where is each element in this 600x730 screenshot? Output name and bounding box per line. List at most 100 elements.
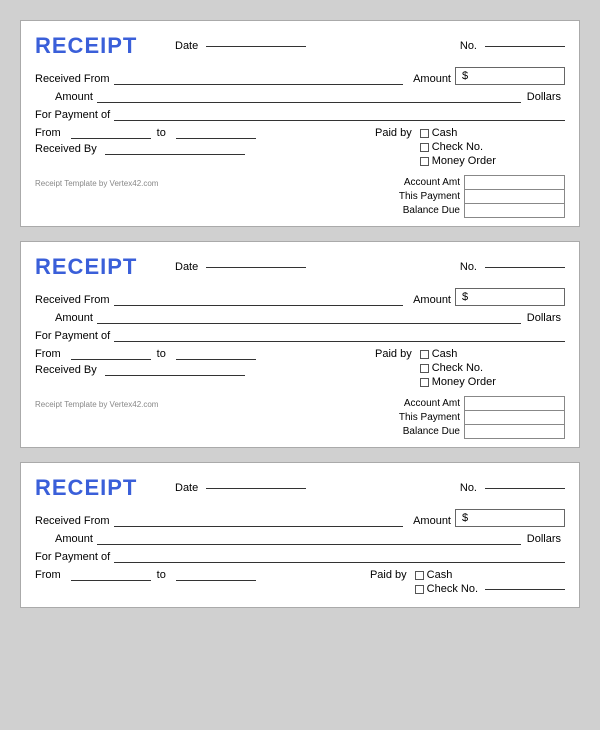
check-checkbox-2[interactable] [420, 364, 429, 373]
receipt-header-1: RECEIPT Date No. [35, 33, 565, 59]
bottom-section-2: Receipt Template by Vertex42.com Account… [35, 396, 565, 439]
cash-label-2: Cash [432, 348, 458, 360]
receipt-card-2: RECEIPT Date No. Received From Amount $ … [20, 241, 580, 448]
checkbox-group-3: Cash Check No. [415, 569, 565, 595]
for-payment-row-2: For Payment of [35, 330, 565, 342]
receipt-header-2: RECEIPT Date No. [35, 254, 565, 280]
from-to-row-1: From to [35, 127, 365, 139]
mid-section-2: From to Received By Paid by Cash [35, 348, 565, 388]
account-amt-label-cell-2: Account Amt [365, 397, 465, 411]
amount-label-3: Amount [413, 515, 451, 527]
checkbox-group-2: Cash Check No. Money Order [420, 348, 496, 388]
this-payment-value-2[interactable] [465, 411, 565, 425]
no-label-3: No. [460, 482, 477, 494]
mid-section-3: From to Paid by Cash Check No. [35, 569, 565, 595]
for-payment-field-1[interactable] [114, 109, 565, 121]
from-to-row-2: From to [35, 348, 365, 360]
dollars-field-3[interactable] [97, 533, 521, 545]
cash-checkbox-3[interactable] [415, 571, 424, 580]
dollars-label-3: Dollars [527, 533, 561, 545]
from-field-2[interactable] [71, 359, 151, 360]
check-no-field-3[interactable] [485, 589, 565, 590]
to-field-1[interactable] [176, 138, 256, 139]
balance-due-label-cell-2: Balance Due [365, 425, 465, 439]
cash-item-1: Cash [420, 127, 496, 139]
account-amt-label-cell-1: Account Amt [365, 176, 465, 190]
for-payment-row-1: For Payment of [35, 109, 565, 121]
for-payment-field-3[interactable] [114, 551, 565, 563]
received-from-label-2: Received From [35, 294, 110, 306]
no-label-1: No. [460, 40, 477, 52]
received-from-row-1: Received From Amount $ [35, 67, 565, 85]
amount-box-1[interactable]: $ [455, 67, 565, 85]
account-amt-value-2[interactable] [465, 397, 565, 411]
amount-sub-label-2: Amount [55, 312, 93, 324]
received-from-field-3[interactable] [114, 515, 404, 527]
cash-checkbox-2[interactable] [420, 350, 429, 359]
received-from-field-1[interactable] [114, 73, 404, 85]
balance-due-value-1[interactable] [465, 204, 565, 218]
received-from-field-2[interactable] [114, 294, 404, 306]
receipt-card-1: RECEIPT Date No. Received From Amount $ … [20, 20, 580, 227]
this-payment-label-cell-1: This Payment [365, 190, 465, 204]
paid-by-label-3: Paid by [370, 569, 407, 581]
date-field-2[interactable] [206, 267, 306, 268]
cash-label-3: Cash [427, 569, 453, 581]
this-payment-label-cell-2: This Payment [365, 411, 465, 425]
balance-due-value-2[interactable] [465, 425, 565, 439]
this-payment-value-1[interactable] [465, 190, 565, 204]
from-field-3[interactable] [71, 580, 151, 581]
for-payment-field-2[interactable] [114, 330, 565, 342]
dollars-field-1[interactable] [97, 91, 521, 103]
money-order-checkbox-2[interactable] [420, 378, 429, 387]
cash-item-3: Cash [415, 569, 565, 581]
date-field-1[interactable] [206, 46, 306, 47]
paid-by-label-2: Paid by [375, 348, 412, 360]
to-field-2[interactable] [176, 359, 256, 360]
dollar-sign-3: $ [462, 512, 468, 524]
cash-checkbox-1[interactable] [420, 129, 429, 138]
from-field-1[interactable] [71, 138, 151, 139]
money-order-item-2: Money Order [420, 376, 496, 388]
received-from-row-3: Received From Amount $ [35, 509, 565, 527]
for-payment-row-3: For Payment of [35, 551, 565, 563]
to-field-3[interactable] [176, 580, 256, 581]
check-checkbox-3[interactable] [415, 585, 424, 594]
from-to-row-3: From to [35, 569, 360, 581]
no-field-3[interactable] [485, 488, 565, 489]
received-by-field-2[interactable] [105, 375, 245, 376]
dollars-field-2[interactable] [97, 312, 521, 324]
to-label-3: to [157, 569, 166, 581]
date-label-2: Date [175, 261, 198, 273]
check-label-3: Check No. [427, 583, 478, 595]
account-table-1: Account Amt This Payment Balance Due [365, 175, 565, 218]
cash-label-1: Cash [432, 127, 458, 139]
this-payment-row-2: This Payment [365, 411, 565, 425]
receipt-header-3: RECEIPT Date No. [35, 475, 565, 501]
balance-due-label-cell-1: Balance Due [365, 204, 465, 218]
header-date-2: Date [175, 261, 306, 273]
account-amt-row-2: Account Amt [365, 397, 565, 411]
no-field-2[interactable] [485, 267, 565, 268]
account-amt-value-1[interactable] [465, 176, 565, 190]
from-label-1: From [35, 127, 61, 139]
no-field-1[interactable] [485, 46, 565, 47]
dollar-sign-1: $ [462, 70, 468, 82]
amount-box-2[interactable]: $ [455, 288, 565, 306]
amount-box-3[interactable]: $ [455, 509, 565, 527]
check-item-1: Check No. [420, 141, 496, 153]
check-label-2: Check No. [432, 362, 483, 374]
received-from-row-2: Received From Amount $ [35, 288, 565, 306]
check-checkbox-1[interactable] [420, 143, 429, 152]
money-order-checkbox-1[interactable] [420, 157, 429, 166]
dollars-row-2: Amount Dollars [55, 312, 565, 324]
right-mid-1: Paid by Cash Check No. Money Order [365, 127, 565, 167]
dollar-sign-2: $ [462, 291, 468, 303]
received-by-field-1[interactable] [105, 154, 245, 155]
date-field-3[interactable] [206, 488, 306, 489]
header-date-1: Date [175, 40, 306, 52]
left-mid-2: From to Received By [35, 348, 365, 388]
paid-by-row-3: Paid by Cash Check No. [370, 569, 565, 595]
left-mid-1: From to Received By [35, 127, 365, 167]
receipt-card-3: RECEIPT Date No. Received From Amount $ … [20, 462, 580, 608]
